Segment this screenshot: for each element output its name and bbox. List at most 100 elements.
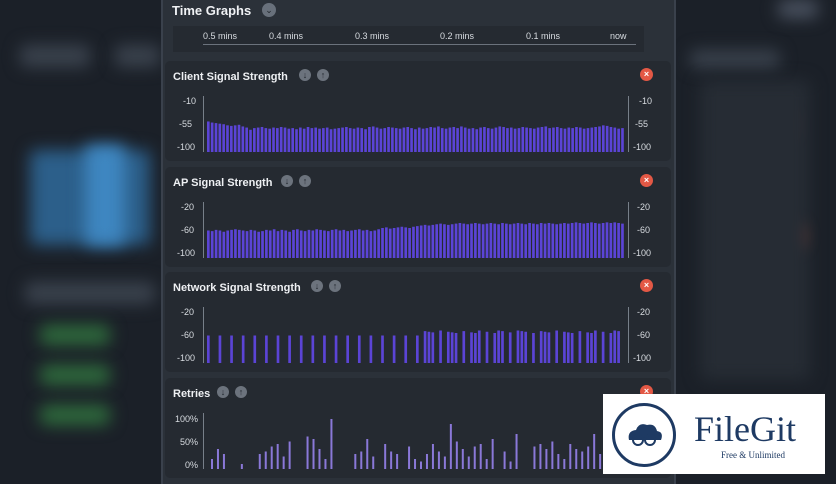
bar xyxy=(501,331,504,363)
bar xyxy=(578,127,582,152)
bar xyxy=(551,441,554,469)
bar xyxy=(601,223,605,258)
arrow-down-icon[interactable]: ↓ xyxy=(281,175,293,187)
bar xyxy=(601,331,605,363)
y-label: -60 xyxy=(637,330,651,340)
bar xyxy=(222,454,225,469)
bar xyxy=(503,451,506,469)
bar xyxy=(587,446,590,469)
bar xyxy=(508,332,512,363)
bar xyxy=(272,127,275,152)
bar xyxy=(357,229,361,258)
y-label: -55 xyxy=(179,119,193,129)
bar xyxy=(306,436,309,469)
bar xyxy=(574,222,578,258)
arrow-down-icon[interactable]: ↓ xyxy=(299,69,311,81)
bar xyxy=(467,456,470,469)
retries-card: Retries ↓ ↑ × 100% 50% 0% xyxy=(165,378,671,478)
bar xyxy=(609,223,613,258)
bar xyxy=(524,331,528,363)
bar xyxy=(498,126,502,152)
bar xyxy=(463,127,467,152)
bar xyxy=(295,129,298,152)
bar xyxy=(368,127,371,152)
bar xyxy=(601,125,605,152)
bar xyxy=(402,127,406,152)
bar xyxy=(594,330,597,363)
bar xyxy=(292,229,295,258)
arrow-up-icon[interactable]: ↑ xyxy=(299,175,311,187)
bar xyxy=(548,128,551,152)
bar xyxy=(421,128,425,152)
bar xyxy=(559,223,562,258)
bar xyxy=(450,224,454,258)
bar xyxy=(241,126,245,152)
bar xyxy=(597,223,601,258)
bar xyxy=(356,127,360,152)
bar xyxy=(477,330,481,363)
bar xyxy=(311,230,315,258)
bar xyxy=(256,127,260,152)
bar xyxy=(284,230,288,258)
bar xyxy=(233,125,237,152)
chevron-down-icon[interactable]: ⌄ xyxy=(262,3,276,17)
bar xyxy=(598,126,601,152)
arrow-up-icon[interactable]: ↑ xyxy=(317,69,329,81)
bar xyxy=(497,330,500,363)
bar xyxy=(348,128,352,152)
bar xyxy=(264,128,268,152)
bar xyxy=(226,125,229,152)
close-icon[interactable]: × xyxy=(640,174,653,187)
bar xyxy=(617,331,620,363)
bar xyxy=(460,126,463,152)
bar xyxy=(373,230,377,258)
bar xyxy=(414,459,417,469)
arrow-down-icon[interactable]: ↓ xyxy=(311,280,323,292)
bar xyxy=(532,333,535,363)
bar xyxy=(404,335,408,363)
y-label: -100 xyxy=(177,353,196,363)
bar xyxy=(515,434,518,469)
arrow-up-icon[interactable]: ↑ xyxy=(235,386,247,398)
bar xyxy=(361,230,365,258)
bar xyxy=(338,230,342,258)
bar xyxy=(366,439,369,469)
bar xyxy=(416,335,419,363)
bar xyxy=(570,333,574,363)
bar xyxy=(276,231,280,258)
bar xyxy=(491,439,494,469)
bar xyxy=(210,122,214,152)
bar xyxy=(613,127,617,152)
bar xyxy=(479,127,482,152)
close-icon[interactable]: × xyxy=(640,68,653,81)
network-signal-card: Network Signal Strength ↓ ↑ × -20 -60 -1… xyxy=(165,272,671,372)
bar xyxy=(283,127,287,152)
bar xyxy=(513,128,517,152)
bar xyxy=(276,128,279,152)
bar xyxy=(371,126,375,152)
bar xyxy=(214,123,218,152)
bar xyxy=(532,223,535,258)
bar xyxy=(427,331,431,363)
bar xyxy=(334,335,338,363)
bar xyxy=(547,223,551,258)
time-graphs-panel: Time Graphs ⌄ 0.5 mins 0.4 mins 0.3 mins… xyxy=(161,0,676,484)
bar xyxy=(454,333,458,363)
bar xyxy=(222,124,225,152)
arrow-up-icon[interactable]: ↑ xyxy=(329,280,341,292)
time-axis-label: now xyxy=(610,31,627,41)
bar xyxy=(417,127,421,152)
bar xyxy=(594,223,597,258)
y-label: -100 xyxy=(177,248,196,258)
bar xyxy=(257,231,260,258)
bar xyxy=(452,127,456,152)
close-icon[interactable]: × xyxy=(640,279,653,292)
bar xyxy=(392,228,396,258)
bar xyxy=(420,461,422,469)
arrow-down-icon[interactable]: ↓ xyxy=(217,386,229,398)
bar xyxy=(423,331,427,363)
bar xyxy=(470,332,473,363)
card-title: AP Signal Strength xyxy=(173,177,273,189)
bar xyxy=(437,126,440,152)
bar xyxy=(440,128,444,152)
